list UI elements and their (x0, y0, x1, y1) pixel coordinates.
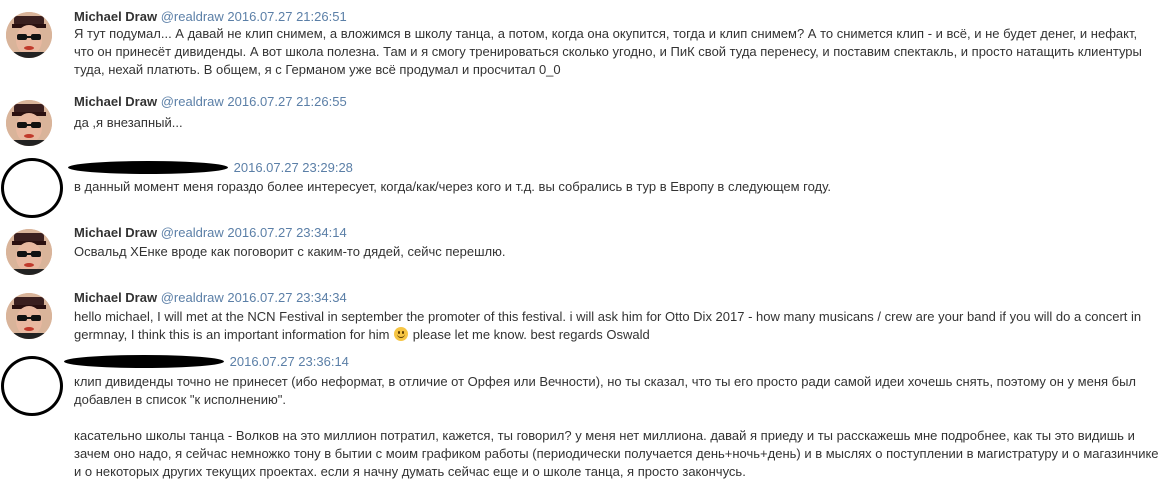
avatar[interactable] (6, 12, 52, 58)
message-meta: Michael Draw @realdraw 2016.07.27 23:34:… (74, 290, 347, 306)
timestamp[interactable]: 2016.07.27 23:36:14 (230, 354, 349, 369)
message-text: hello michael, I will met at the NCN Fes… (74, 308, 1159, 344)
message-text: Я тут подумал... А давай не клип снимем,… (74, 26, 1142, 77)
timestamp[interactable]: 2016.07.27 23:34:14 (227, 225, 346, 240)
author-name[interactable]: Michael Draw (74, 9, 157, 24)
smiley-emoji-icon (394, 327, 409, 341)
timestamp[interactable]: 2016.07.27 23:34:34 (227, 290, 346, 305)
avatar[interactable] (6, 100, 52, 146)
message-meta: Michael Draw @realdraw 2016.07.27 23:34:… (74, 225, 347, 241)
avatar-portrait-icon (6, 229, 52, 275)
message-text: клип дивиденды точно не принесет (ибо не… (74, 373, 1159, 481)
message-paragraph: касательно школы танца - Волков на это м… (74, 428, 1159, 479)
redacted-author-name (64, 355, 224, 369)
message-meta: 2016.07.27 23:29:28 (68, 160, 353, 176)
message-text: в данный момент меня гораздо более интер… (74, 179, 831, 194)
timestamp[interactable]: 2016.07.27 21:26:51 (227, 9, 346, 24)
message-meta: Michael Draw @realdraw 2016.07.27 21:26:… (74, 9, 347, 25)
message-paragraph: клип дивиденды точно не принесет (ибо не… (74, 374, 1137, 407)
message-text-part: please let me know. best regards Oswald (409, 327, 650, 342)
author-handle[interactable]: @realdraw (161, 290, 224, 305)
avatar-portrait-icon (6, 100, 52, 146)
author-name[interactable]: Michael Draw (74, 94, 157, 109)
redacted-avatar (1, 356, 63, 416)
avatar-portrait-icon (6, 293, 52, 339)
avatar[interactable] (6, 293, 52, 339)
message-text: Освальд ХЕнке вроде как поговорит с каки… (74, 244, 506, 259)
message-meta: Michael Draw @realdraw 2016.07.27 21:26:… (74, 94, 347, 110)
avatar-portrait-icon (6, 12, 52, 58)
author-name[interactable]: Michael Draw (74, 225, 157, 240)
author-handle[interactable]: @realdraw (161, 9, 224, 24)
author-handle[interactable]: @realdraw (161, 225, 224, 240)
timestamp[interactable]: 2016.07.27 21:26:55 (227, 94, 346, 109)
author-name[interactable]: Michael Draw (74, 290, 157, 305)
timestamp[interactable]: 2016.07.27 23:29:28 (234, 160, 353, 175)
message-text: да ,я внезапный... (74, 115, 183, 130)
redacted-author-name (68, 161, 228, 175)
redacted-avatar (1, 158, 63, 218)
message-meta: 2016.07.27 23:36:14 (64, 354, 349, 370)
avatar[interactable] (6, 229, 52, 275)
author-handle[interactable]: @realdraw (161, 94, 224, 109)
